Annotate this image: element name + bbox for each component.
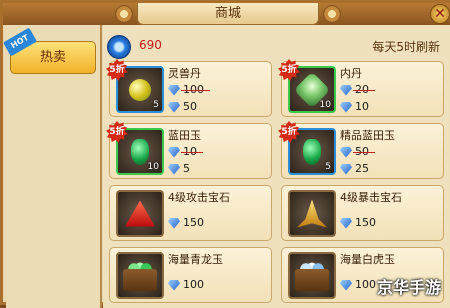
item-name: 4级暴击宝石 xyxy=(340,191,402,204)
item-thumbnail xyxy=(288,190,336,237)
refresh-note: 每天5时刷新 xyxy=(372,40,440,54)
item-quantity: 5 xyxy=(153,100,159,110)
diamond-icon xyxy=(340,279,352,291)
item-thumbnail xyxy=(288,252,336,299)
item-card[interactable]: 5 5折 灵兽丹 100 50 xyxy=(106,59,272,117)
watermark: 京华手游 xyxy=(376,278,441,297)
price-row: 50 xyxy=(168,100,197,113)
item-price: 150 xyxy=(183,216,204,229)
diamond-icon xyxy=(340,146,352,158)
price-row: 25 xyxy=(340,162,369,175)
diamond-icon xyxy=(168,101,180,113)
item-price: 150 xyxy=(355,216,376,229)
diamond-icon xyxy=(168,84,180,96)
item-price: 5 xyxy=(183,162,190,175)
item-name: 灵兽丹 xyxy=(168,67,201,80)
old-price-row: 50 xyxy=(340,145,375,158)
old-price: 10 xyxy=(181,145,203,158)
item-price: 100 xyxy=(183,278,204,291)
diamond-icon xyxy=(168,217,180,229)
old-price-row: 10 xyxy=(168,145,203,158)
item-quantity: 10 xyxy=(319,100,331,110)
item-name: 精品蓝田玉 xyxy=(340,129,395,142)
attack-gem-icon xyxy=(125,200,155,227)
price-row: 100 xyxy=(168,278,204,291)
ornament-left-icon xyxy=(115,5,133,23)
item-price: 25 xyxy=(355,162,369,175)
item-card[interactable]: 10 5折 内丹 20 10 xyxy=(278,59,444,117)
item-card[interactable]: 5 5折 精品蓝田玉 50 25 xyxy=(278,121,444,179)
old-price-row: 20 xyxy=(340,83,375,96)
diamond-icon xyxy=(340,217,352,229)
diamond-icon xyxy=(340,101,352,113)
currency-bar: 690 每天5时刷新 xyxy=(103,33,450,59)
old-price: 20 xyxy=(353,83,375,96)
item-card[interactable]: 4级暴击宝石 150 xyxy=(281,185,444,241)
item-card[interactable]: 10 5折 蓝田玉 10 5 xyxy=(106,121,272,179)
diamond-icon xyxy=(107,35,131,59)
item-name: 内丹 xyxy=(340,67,362,80)
basket-icon xyxy=(123,268,157,291)
ornament-right-icon xyxy=(323,5,341,23)
item-name: 4级攻击宝石 xyxy=(168,191,230,204)
tab-hot-sale-label: 热卖 xyxy=(39,50,66,65)
window-title: 商城 xyxy=(137,3,319,25)
item-quantity: 10 xyxy=(147,162,159,172)
item-card[interactable]: 4级攻击宝石 150 xyxy=(109,185,272,241)
item-quantity: 5 xyxy=(325,162,331,172)
item-name: 蓝田玉 xyxy=(168,129,201,142)
jade-icon xyxy=(131,138,149,165)
diamond-icon xyxy=(340,163,352,175)
diamond-icon xyxy=(168,146,180,158)
title-bar: 商城 ✕ xyxy=(3,3,450,25)
item-price: 10 xyxy=(355,100,369,113)
price-row: 150 xyxy=(168,216,204,229)
shop-window: 商城 ✕ HOT 热卖 690 每天5时刷新 5 5折 灵兽丹 100 50 1… xyxy=(0,0,450,308)
price-row: 150 xyxy=(340,216,376,229)
crit-gem-icon xyxy=(297,199,327,228)
item-price: 50 xyxy=(183,100,197,113)
diamond-balance: 690 xyxy=(139,38,162,52)
item-thumbnail xyxy=(116,252,164,299)
jade-icon xyxy=(303,138,321,165)
price-row: 100 xyxy=(340,278,376,291)
item-price: 100 xyxy=(355,278,376,291)
basket-icon xyxy=(295,268,329,291)
diamond-icon xyxy=(340,84,352,96)
shop-main: 690 每天5时刷新 5 5折 灵兽丹 100 50 10 5折 内丹 20 1… xyxy=(103,25,450,308)
item-card[interactable]: 海量青龙玉 100 xyxy=(109,247,272,303)
tab-hot-sale[interactable]: HOT 热卖 xyxy=(3,27,96,74)
old-price: 50 xyxy=(353,145,375,158)
close-button[interactable]: ✕ xyxy=(430,4,450,24)
price-row: 10 xyxy=(340,100,369,113)
hot-badge-icon: HOT xyxy=(3,27,37,57)
close-icon: ✕ xyxy=(434,6,446,22)
item-thumbnail xyxy=(116,190,164,237)
old-price: 100 xyxy=(181,83,210,96)
diamond-icon xyxy=(168,279,180,291)
item-name: 海量青龙玉 xyxy=(168,253,223,266)
old-price-row: 100 xyxy=(168,83,210,96)
spirit-pill-icon xyxy=(129,78,151,101)
item-name: 海量白虎玉 xyxy=(340,253,395,266)
category-sidebar: HOT 热卖 xyxy=(3,25,102,308)
price-row: 5 xyxy=(168,162,190,175)
diamond-icon xyxy=(168,163,180,175)
